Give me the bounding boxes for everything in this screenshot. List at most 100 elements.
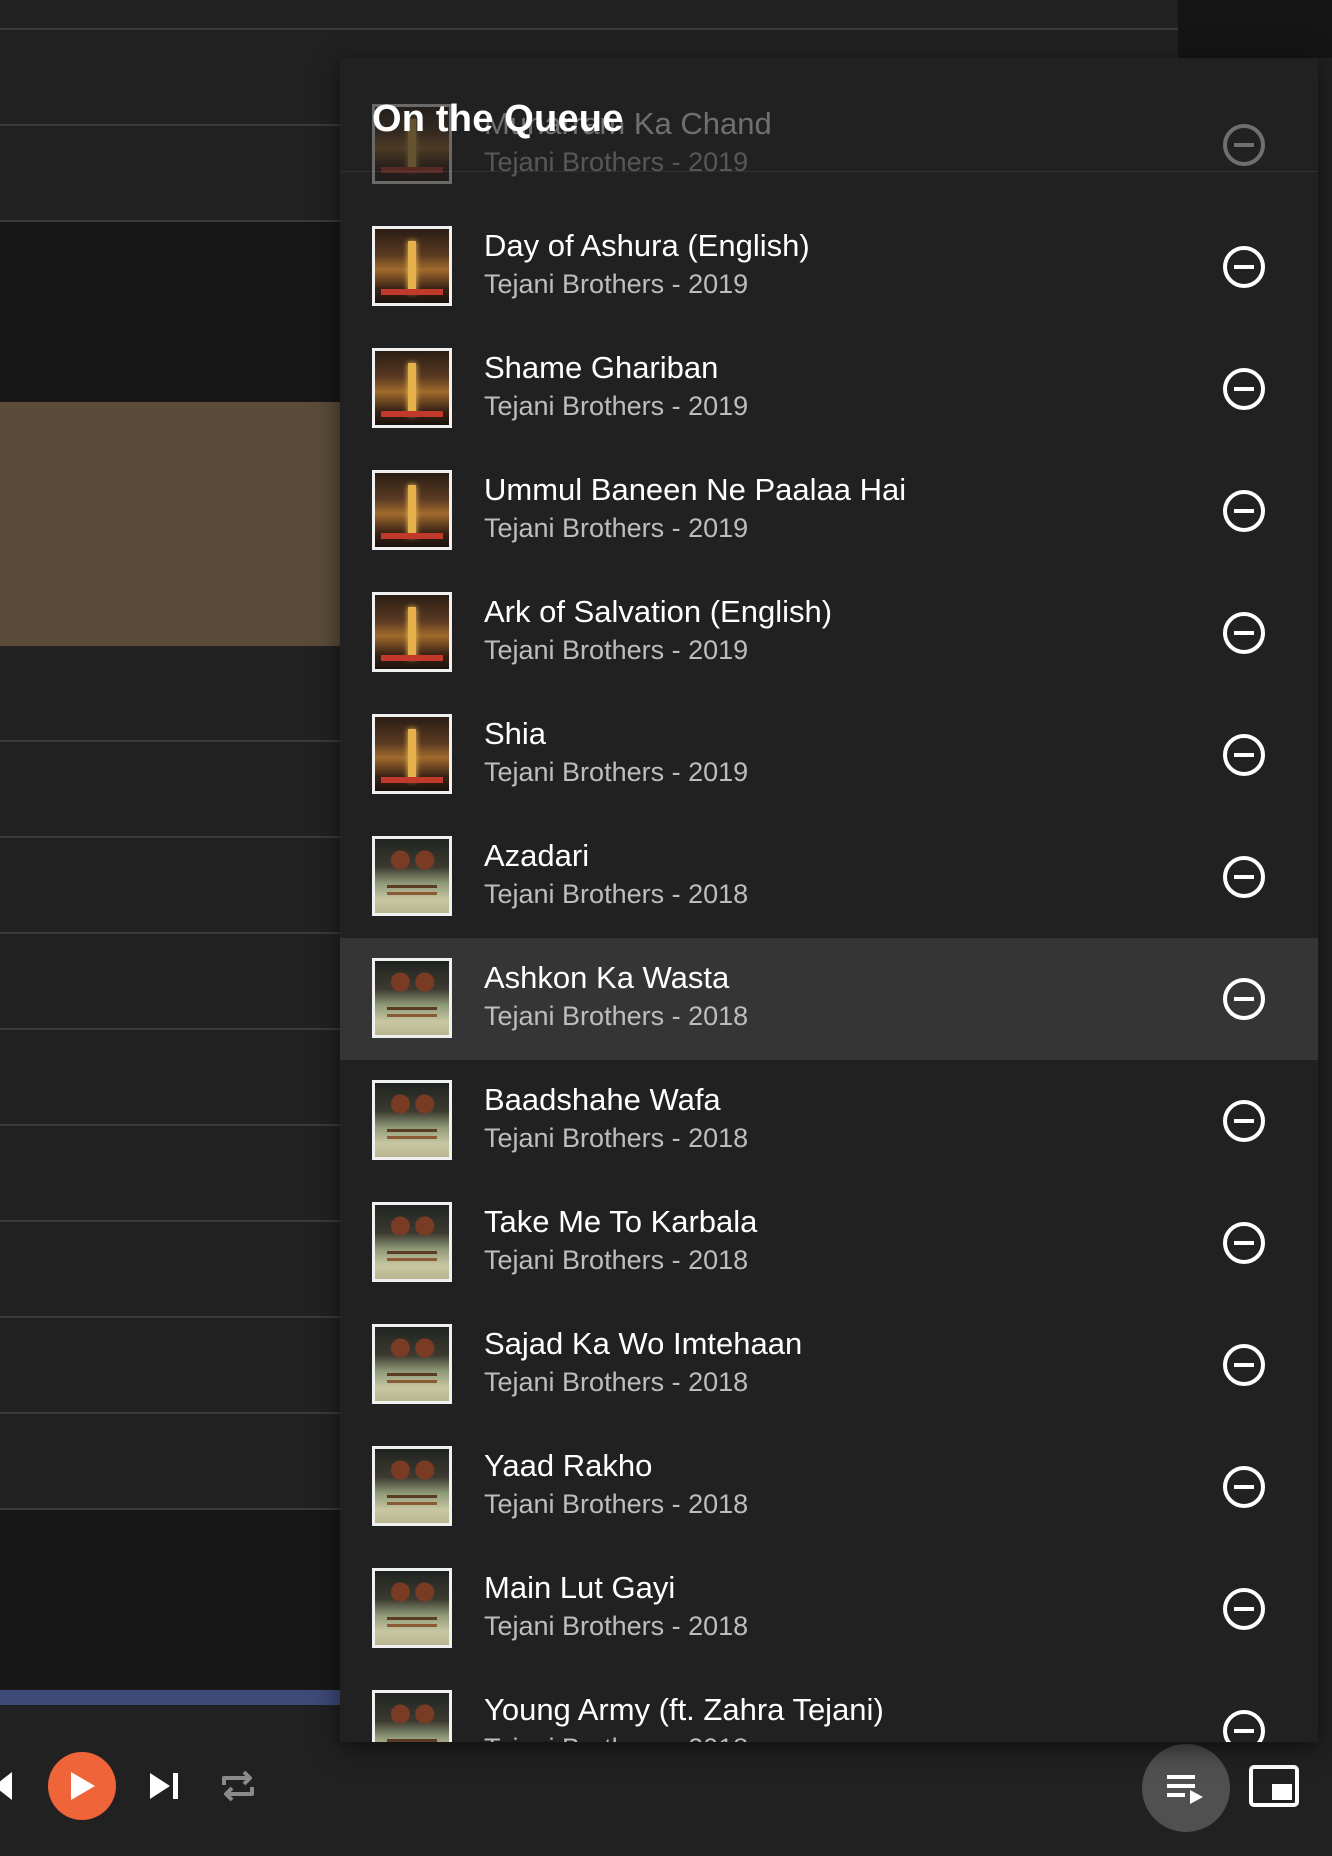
- queue-item[interactable]: Take Me To Karbala Tejani Brothers - 2018: [340, 1182, 1318, 1304]
- remove-from-queue-button[interactable]: [1222, 1099, 1266, 1143]
- repeat-button[interactable]: [218, 1764, 258, 1808]
- song-title: Baadshahe Wafa: [484, 1082, 721, 1117]
- queue-item[interactable]: Ashkon Ka Wasta Tejani Brothers - 2018: [340, 938, 1318, 1060]
- song-title: Main Lut Gayi: [484, 1570, 676, 1605]
- play-button[interactable]: [48, 1752, 116, 1820]
- queue-item[interactable]: Yaad Rakho Tejani Brothers - 2018: [340, 1426, 1318, 1548]
- album-art: [372, 348, 452, 428]
- top-right-dark-area: [1178, 0, 1332, 58]
- minus-circle-icon: [1223, 1100, 1265, 1142]
- minus-circle-icon: [1223, 978, 1265, 1020]
- queue-item[interactable]: Sajad Ka Wo Imtehaan Tejani Brothers - 20…: [340, 1304, 1318, 1426]
- bg-list-row[interactable]: [0, 934, 340, 1030]
- remove-from-queue-button[interactable]: [1222, 1587, 1266, 1631]
- queue-title: On the Queue: [372, 98, 624, 140]
- queue-button[interactable]: [1142, 1744, 1230, 1832]
- remove-from-queue-button[interactable]: [1222, 123, 1266, 167]
- queue-item[interactable]: Baadshahe Wafa Tejani Brothers - 2018: [340, 1060, 1318, 1182]
- next-icon: [150, 1773, 178, 1799]
- song-artist-year: Tejani Brothers - 2018: [484, 1245, 749, 1275]
- queue-item-text: Young Army (ft. Zahra Tejani) Tejani Brot…: [484, 1690, 1164, 1742]
- song-title: Shame Ghariban: [484, 350, 719, 385]
- divider: [340, 171, 1318, 172]
- song-artist-year: Tejani Brothers - 2018: [484, 1367, 749, 1397]
- mini-player-button[interactable]: [1246, 1762, 1302, 1810]
- minus-circle-icon: [1223, 124, 1265, 166]
- song-artist-year: Tejani Brothers - 2018: [484, 1001, 749, 1031]
- song-artist-year: Tejani Brothers - 2018: [484, 1123, 749, 1153]
- remove-from-queue-button[interactable]: [1222, 977, 1266, 1021]
- queue-item[interactable]: Day of Ashura (English) Tejani Brothers -…: [340, 206, 1318, 328]
- play-icon: [71, 1772, 95, 1800]
- queue-item[interactable]: Shia Tejani Brothers - 2019: [340, 694, 1318, 816]
- queue-item[interactable]: Main Lut Gayi Tejani Brothers - 2018: [340, 1548, 1318, 1670]
- remove-from-queue-button[interactable]: [1222, 1709, 1266, 1742]
- bg-list-row[interactable]: [0, 1318, 340, 1414]
- queue-item-text: Baadshahe Wafa Tejani Brothers - 2018: [484, 1080, 1164, 1156]
- minus-circle-icon: [1223, 612, 1265, 654]
- queue-item-text: Main Lut Gayi Tejani Brothers - 2018: [484, 1568, 1164, 1644]
- remove-from-queue-button[interactable]: [1222, 245, 1266, 289]
- minus-circle-icon: [1223, 246, 1265, 288]
- queue-item-text: Sajad Ka Wo Imtehaan Tejani Brothers - 20…: [484, 1324, 1164, 1400]
- bg-list-row[interactable]: [0, 1414, 340, 1510]
- playback-progress-bar[interactable]: [0, 1690, 340, 1705]
- minus-circle-icon: [1223, 1588, 1265, 1630]
- queue-item[interactable]: Ummul Baneen Ne Paalaa Hai Tejani Brother…: [340, 450, 1318, 572]
- song-title: Young Army (ft. Zahra Tejani): [484, 1692, 884, 1727]
- remove-from-queue-button[interactable]: [1222, 1221, 1266, 1265]
- album-art: [372, 714, 452, 794]
- bg-album-art: [0, 402, 340, 646]
- bg-list-row[interactable]: [0, 1222, 340, 1318]
- minus-circle-icon: [1223, 368, 1265, 410]
- album-art: [372, 470, 452, 550]
- album-art: [372, 226, 452, 306]
- remove-from-queue-button[interactable]: [1222, 733, 1266, 777]
- remove-from-queue-button[interactable]: [1222, 1465, 1266, 1509]
- album-art: [372, 1446, 452, 1526]
- bg-list-row[interactable]: [0, 838, 340, 934]
- remove-from-queue-button[interactable]: [1222, 1343, 1266, 1387]
- song-artist-year: Tejani Brothers - 2018: [484, 1489, 749, 1519]
- minus-circle-icon: [1223, 856, 1265, 898]
- minus-circle-icon: [1223, 1222, 1265, 1264]
- song-title: Ark of Salvation (English): [484, 594, 833, 629]
- minus-circle-icon: [1223, 1710, 1265, 1742]
- bg-list-row[interactable]: [0, 126, 340, 222]
- remove-from-queue-button[interactable]: [1222, 855, 1266, 899]
- minus-circle-icon: [1223, 1466, 1265, 1508]
- album-art: [372, 836, 452, 916]
- bg-list-row[interactable]: [0, 646, 340, 742]
- queue-item-text: Ummul Baneen Ne Paalaa Hai Tejani Brother…: [484, 470, 1164, 546]
- bg-list-row[interactable]: [0, 1126, 340, 1222]
- album-art: [372, 958, 452, 1038]
- queue-panel: On the Queue Muharram Ka Chand Tejani Bro…: [340, 58, 1318, 1742]
- bg-section: [0, 222, 340, 402]
- queue-item-text: Day of Ashura (English) Tejani Brothers -…: [484, 226, 1164, 302]
- minus-circle-icon: [1223, 734, 1265, 776]
- queue-item[interactable]: Shame Ghariban Tejani Brothers - 2019: [340, 328, 1318, 450]
- queue-item[interactable]: Young Army (ft. Zahra Tejani) Tejani Brot…: [340, 1670, 1318, 1742]
- queue-item-text: Yaad Rakho Tejani Brothers - 2018: [484, 1446, 1164, 1522]
- next-button[interactable]: [145, 1766, 185, 1806]
- remove-from-queue-button[interactable]: [1222, 489, 1266, 533]
- previous-button[interactable]: [0, 1766, 12, 1806]
- remove-from-queue-button[interactable]: [1222, 367, 1266, 411]
- minus-circle-icon: [1223, 1344, 1265, 1386]
- queue-item-text: Shia Tejani Brothers - 2019: [484, 714, 1164, 790]
- song-title: Azadari: [484, 838, 590, 873]
- bg-list-row[interactable]: [0, 742, 340, 838]
- queue-item[interactable]: Ark of Salvation (English) Tejani Brother…: [340, 572, 1318, 694]
- queue-item-text: Ark of Salvation (English) Tejani Brother…: [484, 592, 1164, 668]
- queue-list: Muharram Ka Chand Tejani Brothers - 2019 D…: [340, 58, 1318, 1742]
- song-artist-year: Tejani Brothers - 2019: [484, 269, 749, 299]
- song-title: Ummul Baneen Ne Paalaa Hai: [484, 472, 907, 507]
- queue-icon: [1167, 1775, 1203, 1804]
- remove-from-queue-button[interactable]: [1222, 611, 1266, 655]
- bg-list-row[interactable]: [0, 1030, 340, 1126]
- album-art: [372, 1568, 452, 1648]
- queue-item[interactable]: Azadari Tejani Brothers - 2018: [340, 816, 1318, 938]
- bg-list-row[interactable]: [0, 30, 340, 126]
- album-art: [372, 1324, 452, 1404]
- queue-item-text: Take Me To Karbala Tejani Brothers - 2018: [484, 1202, 1164, 1278]
